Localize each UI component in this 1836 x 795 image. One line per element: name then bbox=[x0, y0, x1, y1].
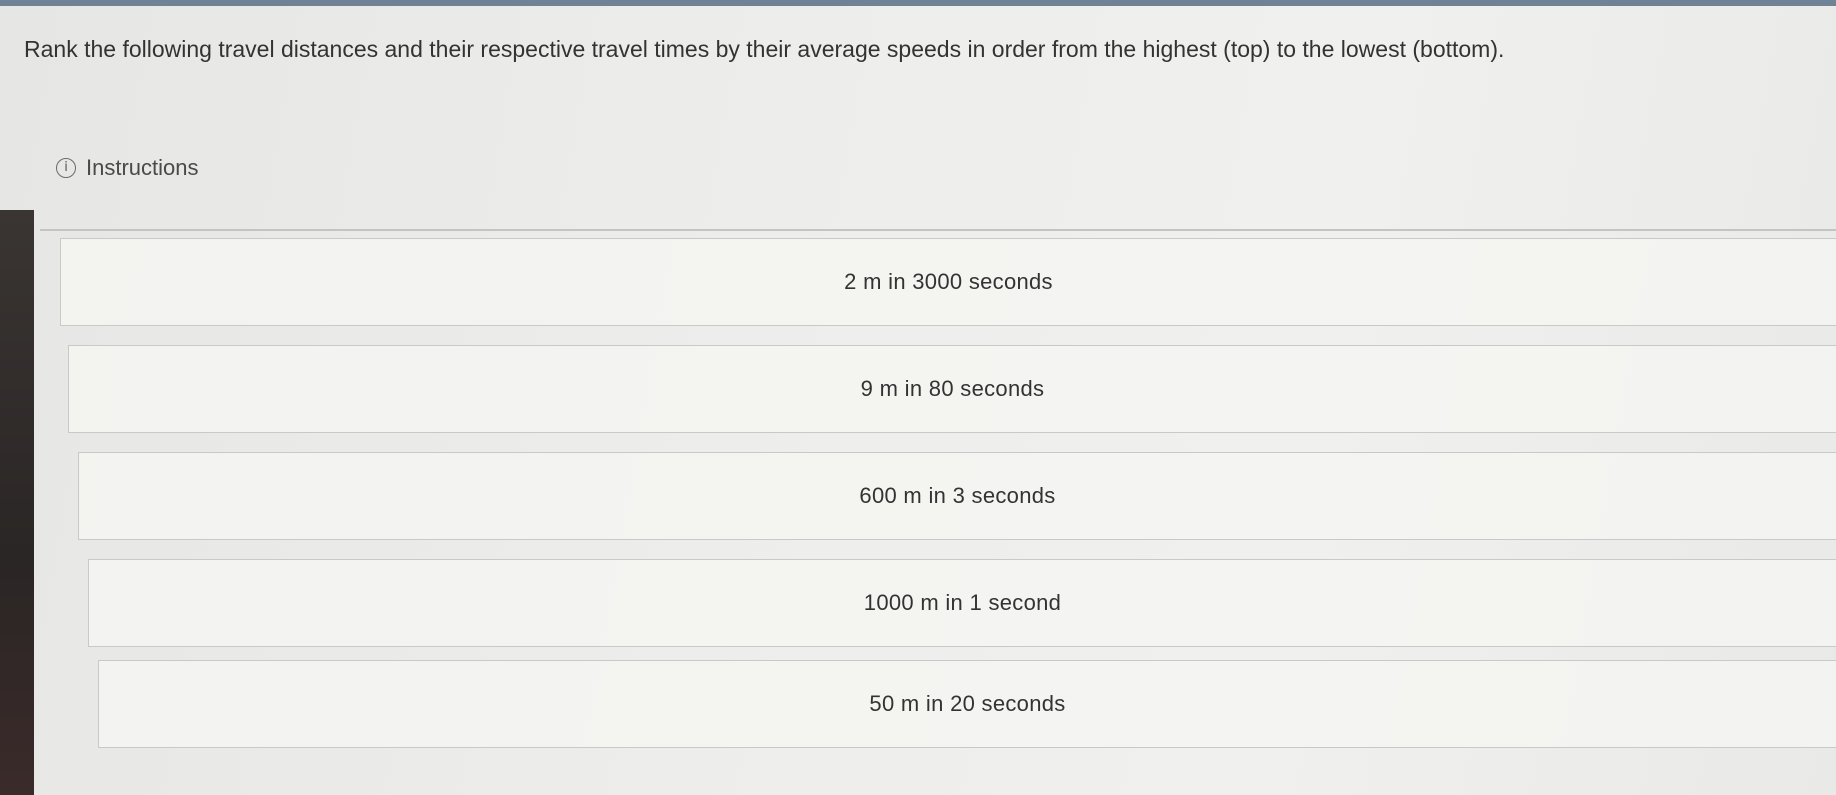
window-top-border bbox=[0, 0, 1836, 6]
ranking-item-label: 1000 m in 1 second bbox=[863, 590, 1062, 615]
ranking-item[interactable]: 9 m in 80 seconds bbox=[68, 345, 1836, 433]
divider bbox=[40, 229, 1836, 231]
instructions-toggle[interactable]: i Instructions bbox=[56, 155, 199, 181]
instructions-label: Instructions bbox=[86, 155, 199, 180]
info-icon: i bbox=[56, 158, 76, 178]
ranking-item-label: 2 m in 3000 seconds bbox=[844, 269, 1053, 294]
ranking-item-label: 9 m in 80 seconds bbox=[860, 376, 1045, 401]
ranking-item[interactable]: 2 m in 3000 seconds bbox=[60, 238, 1836, 326]
ranking-item[interactable]: 50 m in 20 seconds bbox=[98, 660, 1836, 748]
ranking-item-label: 50 m in 20 seconds bbox=[869, 691, 1066, 716]
question-prompt: Rank the following travel distances and … bbox=[24, 36, 1505, 62]
ranking-item[interactable]: 1000 m in 1 second bbox=[88, 559, 1836, 647]
ranking-item[interactable]: 600 m in 3 seconds bbox=[78, 452, 1836, 540]
screen-bezel bbox=[0, 210, 34, 795]
ranking-item-label: 600 m in 3 seconds bbox=[859, 483, 1056, 508]
